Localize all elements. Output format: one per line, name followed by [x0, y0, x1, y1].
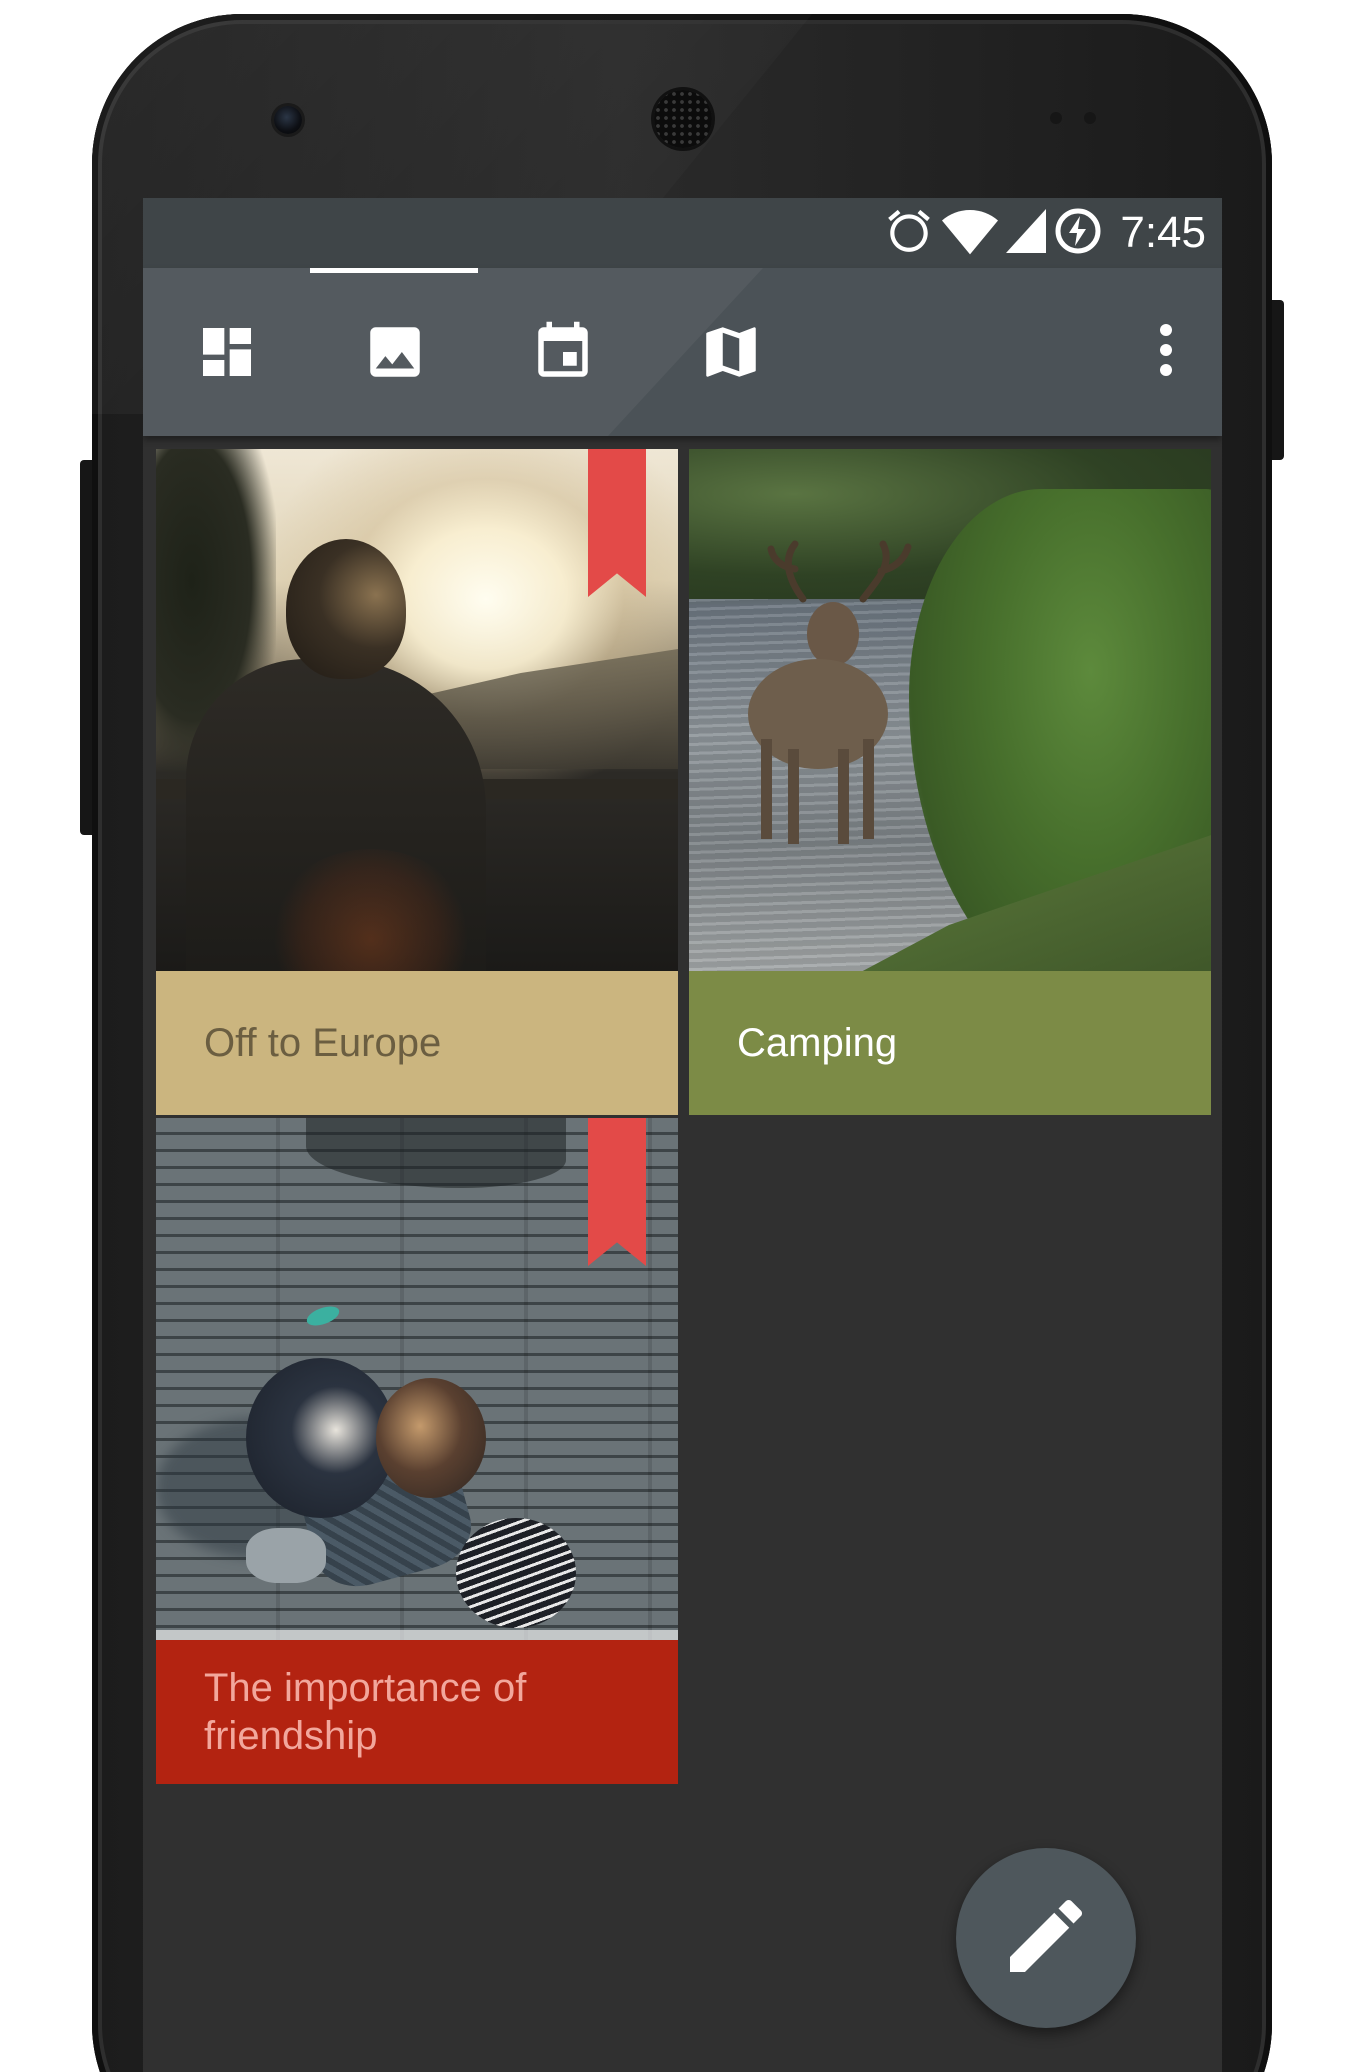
card-importance-of-friendship[interactable]: The importance of friendship	[156, 1118, 678, 1784]
tab-calendar[interactable]	[479, 268, 647, 436]
card-title: The importance of friendship	[204, 1666, 527, 1758]
dashboard-icon	[195, 320, 259, 384]
cellular-signal-icon	[1006, 209, 1047, 257]
alarm-icon	[884, 206, 934, 260]
more-vert-icon	[1158, 322, 1174, 382]
map-icon	[698, 319, 764, 385]
card-caption: The importance of friendship	[156, 1640, 678, 1784]
image-icon	[362, 319, 428, 385]
front-camera	[274, 106, 302, 134]
card-caption: Off to Europe	[156, 971, 678, 1115]
app-bar	[143, 268, 1222, 436]
card-photo	[689, 449, 1211, 971]
wifi-icon	[942, 207, 999, 259]
reindeer-figure	[748, 540, 912, 844]
tab-dashboard[interactable]	[143, 268, 311, 436]
card-caption: Camping	[689, 971, 1211, 1115]
card-title: Off to Europe	[204, 1021, 442, 1065]
proximity-sensors	[1050, 112, 1110, 124]
selected-tab-indicator	[310, 268, 478, 273]
tab-images[interactable]	[311, 268, 479, 436]
earpiece-speaker	[654, 90, 712, 148]
bookmark-icon	[588, 449, 646, 597]
status-bar: 7:45	[143, 198, 1222, 268]
tab-map[interactable]	[647, 268, 815, 436]
edit-icon	[998, 1888, 1094, 1988]
card-photo	[156, 1118, 678, 1640]
overflow-menu-button[interactable]	[1118, 268, 1214, 436]
screen: 7:45 Off to Europe Camping The importanc…	[143, 198, 1222, 2072]
phone-mockup: 7:45 Off to Europe Camping The importanc…	[0, 0, 1348, 2072]
card-camping[interactable]: Camping	[689, 449, 1211, 1115]
volume-button	[80, 460, 92, 835]
power-button	[1272, 300, 1284, 460]
card-photo	[156, 449, 678, 971]
calendar-icon	[530, 319, 596, 385]
card-off-to-europe[interactable]: Off to Europe	[156, 449, 678, 1115]
status-time: 7:45	[1120, 208, 1206, 257]
card-title: Camping	[737, 1021, 898, 1065]
compose-fab[interactable]	[956, 1848, 1136, 2028]
battery-charging-icon	[1054, 207, 1102, 259]
